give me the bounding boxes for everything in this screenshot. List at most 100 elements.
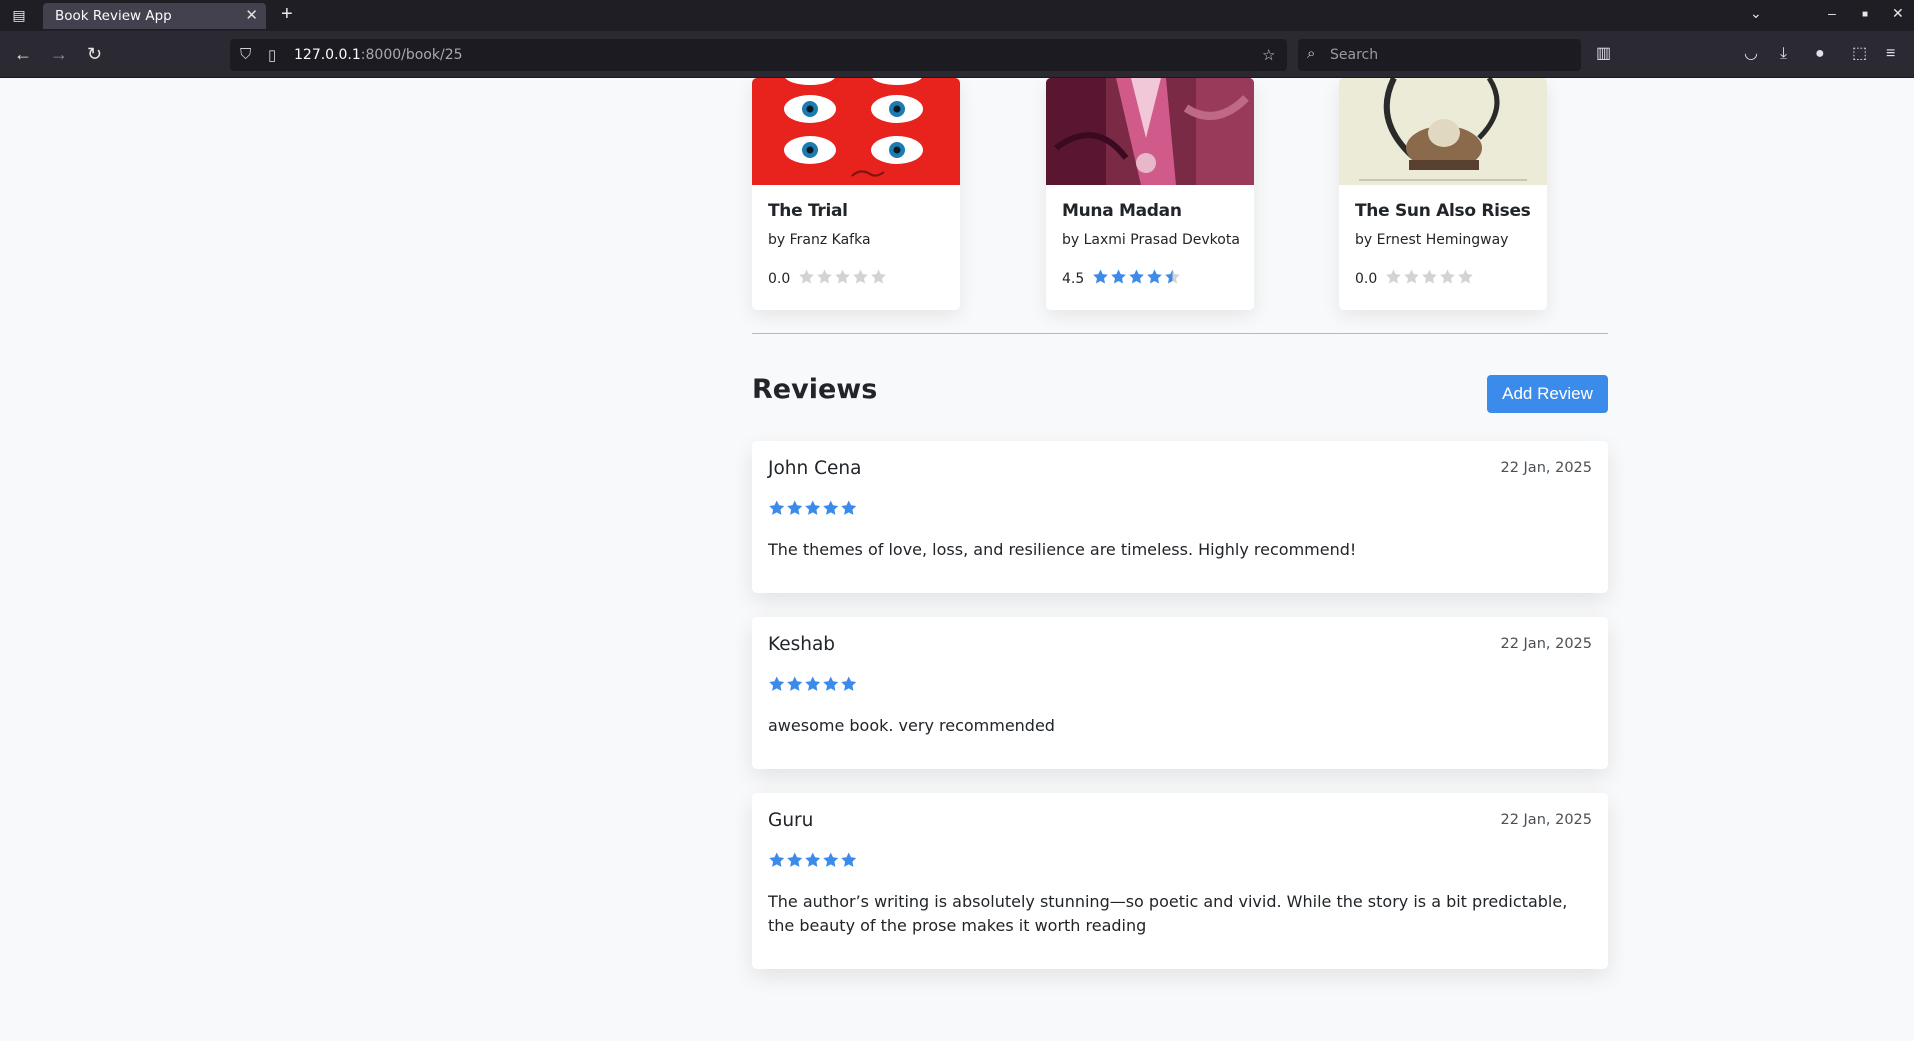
star-filled-icon	[1111, 269, 1127, 284]
search-bar[interactable]: ⌕ Search	[1298, 39, 1581, 71]
tab-overflow-chevron-icon[interactable]: ⌄	[1750, 5, 1762, 22]
tab-close-icon[interactable]: ✕	[245, 6, 258, 24]
star-filled-icon	[1147, 269, 1163, 284]
star-empty-icon	[799, 269, 815, 284]
tab-title: Book Review App	[55, 8, 172, 24]
star-filled-icon	[769, 500, 785, 515]
star-filled-icon	[769, 676, 785, 691]
book-cover-image[interactable]	[752, 78, 960, 185]
star-filled-icon	[805, 500, 821, 515]
book-title[interactable]: Muna Madan	[1062, 201, 1246, 221]
url-host: 127.0.0.1	[294, 47, 361, 63]
browser-tab-bar: ▤ Book Review App ✕ + ⌄ – ■ ✕	[0, 0, 1914, 31]
book-title[interactable]: The Trial	[768, 201, 952, 221]
new-tab-icon[interactable]: +	[281, 3, 293, 26]
star-filled-icon	[787, 676, 803, 691]
star-filled-icon	[841, 852, 857, 867]
review-card: Keshab 22 Jan, 2025 awesome book. very r…	[752, 617, 1608, 769]
rating-value: 0.0	[768, 271, 791, 287]
close-window-icon[interactable]: ✕	[1892, 5, 1904, 22]
review-date: 22 Jan, 2025	[1500, 460, 1592, 476]
book-cover-image[interactable]	[1339, 78, 1547, 185]
book-rating: 4.5	[1062, 268, 1246, 290]
browser-tab[interactable]: Book Review App ✕	[43, 3, 266, 29]
menu-icon[interactable]: ≡	[1886, 45, 1895, 63]
star-filled-icon	[787, 500, 803, 515]
bookmark-star-icon[interactable]: ☆	[1262, 46, 1275, 64]
review-date: 22 Jan, 2025	[1500, 812, 1592, 828]
star-empty-icon	[1404, 269, 1420, 284]
book-card[interactable]: Muna Madan by Laxmi Prasad Devkota 4.5	[1046, 78, 1254, 310]
browser-toolbar: ← → ↻ ⛉ ▯ 127.0.0.1:8000/book/25 ☆ ⌕ Sea…	[0, 31, 1914, 78]
url-path: :8000/book/25	[360, 47, 463, 63]
review-date: 22 Jan, 2025	[1500, 636, 1592, 652]
book-author: by Franz Kafka	[768, 232, 871, 248]
star-filled-icon	[841, 676, 857, 691]
forward-icon[interactable]: →	[50, 45, 68, 63]
star-empty-icon	[1440, 269, 1456, 284]
rating-stars	[798, 268, 888, 290]
back-icon[interactable]: ←	[14, 45, 32, 63]
rating-stars	[1385, 268, 1475, 290]
star-filled-icon	[1129, 269, 1145, 284]
book-author: by Ernest Hemingway	[1355, 232, 1509, 248]
star-filled-icon	[823, 500, 839, 515]
star-filled-icon	[787, 852, 803, 867]
star-empty-icon	[817, 269, 833, 284]
reader-view-icon[interactable]: ▥	[1596, 45, 1611, 63]
pocket-icon[interactable]: ◡	[1744, 45, 1758, 63]
review-stars	[768, 851, 858, 869]
section-divider	[752, 333, 1608, 334]
shield-icon[interactable]: ⛉	[240, 46, 251, 63]
review-stars	[768, 675, 858, 693]
review-text: awesome book. very recommended	[768, 716, 1055, 735]
star-half-icon	[1165, 269, 1181, 284]
add-review-button[interactable]: Add Review	[1487, 375, 1608, 413]
book-card[interactable]: The Sun Also Rises by Ernest Hemingway 0…	[1339, 78, 1547, 310]
star-empty-icon	[1422, 269, 1438, 284]
book-card[interactable]: The Trial by Franz Kafka 0.0	[752, 78, 960, 310]
reviews-heading: Reviews	[752, 374, 878, 405]
review-card: John Cena 22 Jan, 2025 The themes of lov…	[752, 441, 1608, 593]
rating-value: 0.0	[1355, 271, 1378, 287]
star-empty-icon	[1386, 269, 1402, 284]
reviewer-name: Guru	[768, 810, 814, 831]
reviewer-name: Keshab	[768, 634, 836, 655]
search-input[interactable]: Search	[1330, 47, 1378, 63]
star-filled-icon	[823, 852, 839, 867]
maximize-icon[interactable]: ■	[1862, 9, 1868, 20]
star-filled-icon	[769, 852, 785, 867]
url-bar[interactable]: ⛉ ▯ 127.0.0.1:8000/book/25 ☆	[230, 39, 1287, 71]
star-empty-icon	[835, 269, 851, 284]
reload-icon[interactable]: ↻	[87, 45, 102, 63]
book-rating: 0.0	[768, 268, 952, 290]
account-avatar-icon[interactable]: ●	[1815, 45, 1825, 63]
url-text[interactable]: 127.0.0.1:8000/book/25	[294, 47, 463, 63]
page-icon[interactable]: ▯	[268, 46, 276, 64]
book-card-body: The Trial by Franz Kafka 0.0	[768, 201, 952, 290]
star-empty-icon	[871, 269, 887, 284]
search-icon: ⌕	[1307, 45, 1316, 62]
star-filled-icon	[841, 500, 857, 515]
star-filled-icon	[805, 676, 821, 691]
book-cover-image[interactable]	[1046, 78, 1254, 185]
downloads-icon[interactable]: ⤓	[1780, 45, 1787, 63]
minimize-icon[interactable]: –	[1828, 5, 1836, 21]
review-text: The author’s writing is absolutely stunn…	[768, 892, 1568, 935]
book-author: by Laxmi Prasad Devkota	[1062, 232, 1240, 248]
star-filled-icon	[805, 852, 821, 867]
book-card-body: Muna Madan by Laxmi Prasad Devkota 4.5	[1062, 201, 1246, 290]
review-text: The themes of love, loss, and resilience…	[768, 540, 1357, 559]
book-title[interactable]: The Sun Also Rises	[1355, 201, 1539, 221]
tab-list-icon[interactable]: ▤	[10, 7, 28, 23]
star-empty-icon	[1458, 269, 1474, 284]
star-filled-icon	[823, 676, 839, 691]
book-rating: 0.0	[1355, 268, 1539, 290]
extensions-icon[interactable]: ⬚	[1852, 45, 1867, 63]
book-card-body: The Sun Also Rises by Ernest Hemingway 0…	[1355, 201, 1539, 290]
rating-stars	[1092, 268, 1182, 290]
review-card: Guru 22 Jan, 2025 The author’s writing i…	[752, 793, 1608, 969]
rating-value: 4.5	[1062, 271, 1085, 287]
star-empty-icon	[853, 269, 869, 284]
star-filled-icon	[1093, 269, 1109, 284]
